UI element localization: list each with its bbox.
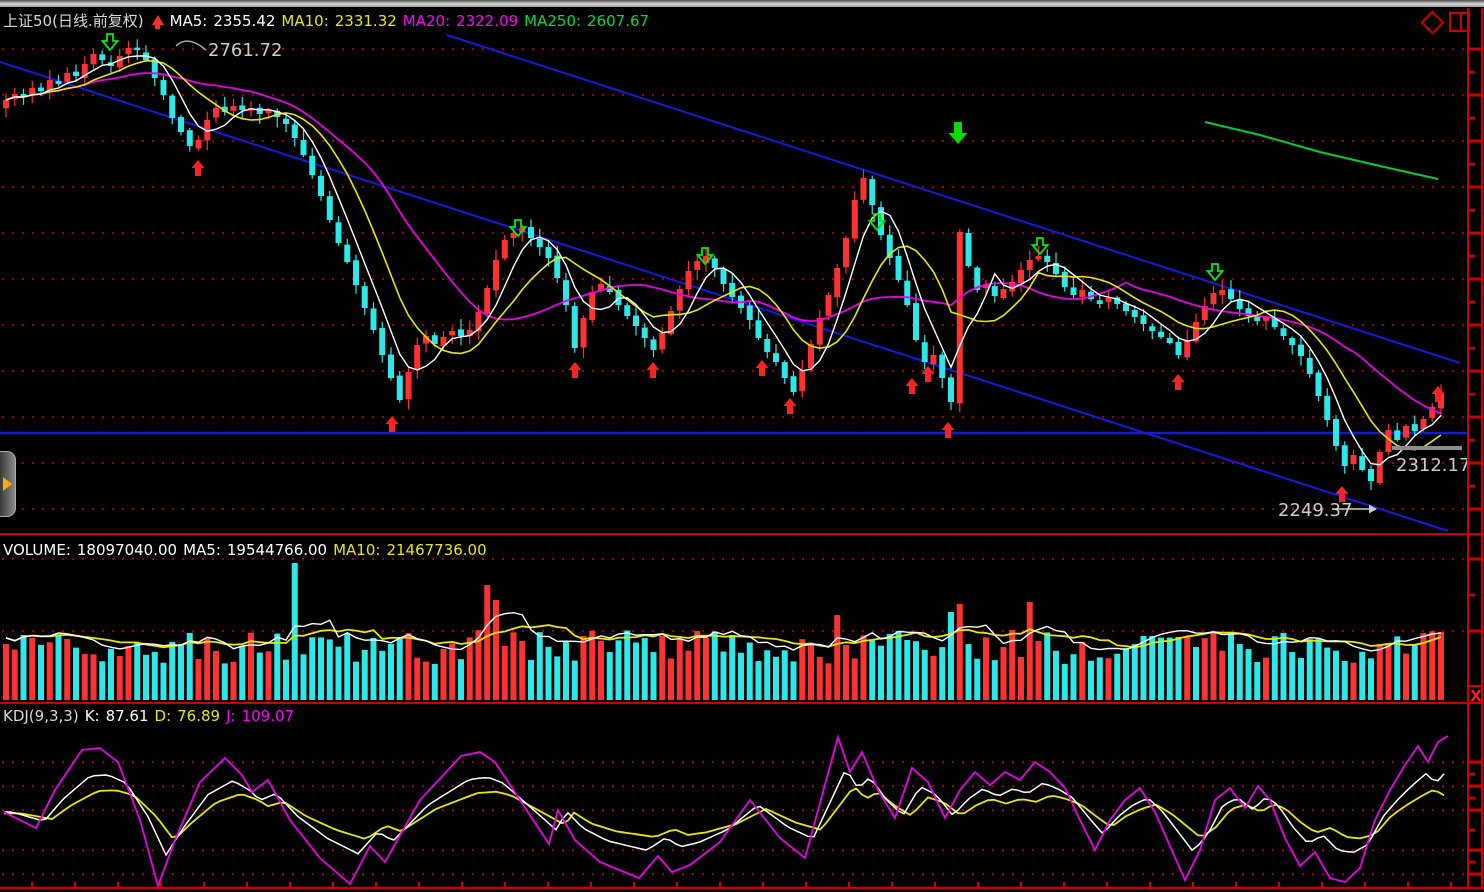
volume-ma10-line bbox=[6, 625, 1441, 647]
vol-ma5-label: MA5: bbox=[183, 541, 221, 559]
main-chart-header: 上证50(日线.前复权) MA5: 2355.42 MA10: 2331.32 MA20:… bbox=[3, 10, 655, 31]
instrument-title: 上证50(日线.前复权) bbox=[3, 12, 144, 30]
sell-solid-arrow-icon bbox=[949, 122, 968, 144]
peak-price-label: 2761.72 bbox=[208, 40, 282, 61]
diamond-tool-icon[interactable] bbox=[1420, 10, 1444, 34]
volume-header: VOLUME: 18097040.00 MA5: 19544766.00 MA10: 21… bbox=[3, 541, 493, 559]
vol-ma10-value: 21467736.00 bbox=[386, 541, 486, 559]
ma250-label: MA250: bbox=[524, 12, 581, 30]
buy-arrow-icon bbox=[647, 362, 660, 378]
kdj-lines bbox=[4, 736, 1448, 886]
up-arrow-icon bbox=[152, 15, 164, 25]
buy-arrow-icon bbox=[1172, 374, 1185, 390]
ma250-value: 2607.67 bbox=[587, 12, 649, 30]
ma10-line bbox=[6, 61, 1441, 450]
ma10-value: 2331.32 bbox=[335, 12, 397, 30]
low-price-label: 2249.37 bbox=[1278, 500, 1352, 521]
buy-arrow-icon bbox=[386, 416, 399, 432]
split-window-icon[interactable] bbox=[1449, 12, 1470, 32]
kdj-k-label: K: bbox=[85, 707, 100, 725]
chart-canvas[interactable]: 2761.72 2312.17 2249.37 bbox=[0, 0, 1484, 892]
ma250-line bbox=[1205, 122, 1438, 179]
ma5-line bbox=[6, 56, 1441, 465]
ma5-value: 2355.42 bbox=[213, 12, 275, 30]
ma5-label: MA5: bbox=[170, 12, 208, 30]
kdj-j-value: 109.07 bbox=[242, 707, 295, 725]
buy-arrow-icon bbox=[784, 398, 797, 414]
kdj-d-label: D: bbox=[155, 707, 172, 725]
sell-hollow-arrow-icon bbox=[1208, 264, 1223, 280]
sell-hollow-arrow-icon bbox=[1033, 238, 1048, 254]
axes-and-borders bbox=[0, 8, 1484, 888]
sell-hollow-arrow-icon bbox=[103, 34, 118, 50]
kdj-indicator-name: KDJ(9,3,3) bbox=[3, 707, 79, 725]
volume-value: 18097040.00 bbox=[77, 541, 177, 559]
buy-arrow-icon bbox=[942, 422, 955, 438]
volume-label: VOLUME: bbox=[3, 541, 71, 559]
gridlines bbox=[2, 49, 1468, 874]
kdj-d-value: 76.89 bbox=[177, 707, 220, 725]
kdj-k-value: 87.61 bbox=[106, 707, 149, 725]
vol-ma5-value: 19544766.00 bbox=[227, 541, 327, 559]
ma20-label: MA20: bbox=[403, 12, 450, 30]
ma10-label: MA10: bbox=[281, 12, 328, 30]
ma20-value: 2322.09 bbox=[456, 12, 518, 30]
close-indicator-button[interactable]: X bbox=[1469, 688, 1483, 704]
buy-arrow-icon bbox=[192, 160, 205, 176]
toolbar-icons bbox=[1424, 12, 1470, 32]
buy-arrow-icon bbox=[922, 366, 935, 382]
price-annotations: 2761.72 2312.17 2249.37 bbox=[176, 40, 1470, 521]
kdj-j-label: J: bbox=[226, 707, 235, 725]
buy-arrow-icon bbox=[569, 362, 582, 378]
last-price-label: 2312.17 bbox=[1396, 455, 1470, 476]
buy-arrow-icon bbox=[756, 360, 769, 376]
stock-chart-window: 2761.72 2312.17 2249.37 上证50(日线.前复权) MA5: 23… bbox=[0, 0, 1484, 892]
kdj-header: KDJ(9,3,3) K: 87.61 D: 76.89 J: 109.07 bbox=[3, 707, 300, 725]
expand-arrow-icon bbox=[3, 477, 12, 491]
sidebar-expand-tab[interactable] bbox=[0, 451, 16, 517]
vol-ma10-label: MA10: bbox=[333, 541, 380, 559]
buy-arrow-icon bbox=[906, 378, 919, 394]
price-ma-lines bbox=[6, 56, 1441, 465]
